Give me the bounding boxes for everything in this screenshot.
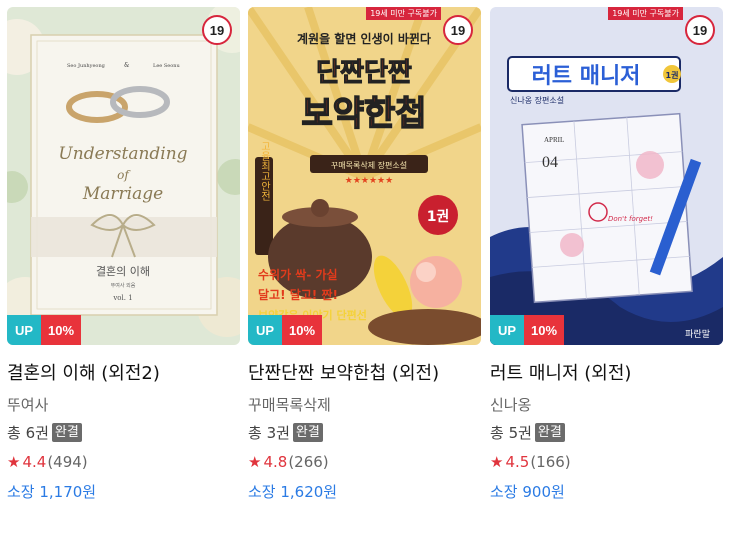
svg-text:vol. 1: vol. 1: [112, 294, 132, 302]
svg-text:&: &: [124, 62, 130, 69]
svg-text:Seo Junhyeong: Seo Junhyeong: [67, 63, 106, 69]
review-count: (166): [530, 453, 571, 471]
svg-text:파란말: 파란말: [685, 328, 710, 340]
svg-text:Marriage: Marriage: [82, 184, 163, 204]
age-restriction-banner: 19세 미만 구독불가: [608, 7, 683, 20]
rating-row: ★ 4.5 (166): [490, 453, 723, 471]
volume-count: 총 5권: [490, 424, 532, 442]
cover-art-marriage: Seo Junhyeong & Lee Seonu Understanding …: [7, 7, 240, 345]
up-discount-tag: UP 10%: [490, 315, 564, 345]
book-card[interactable]: Seo Junhyeong & Lee Seonu Understanding …: [7, 0, 240, 502]
volume-count: 총 3권: [248, 424, 290, 442]
volume-count-row: 총 3권 완결: [248, 422, 481, 443]
book-cover[interactable]: 계원을 할면 인생이 바뀐다 단짠단짠 보약한첩 꾸매목록삭제 장편소설 ★★★…: [248, 7, 481, 345]
svg-text:고율최고안전: 고율최고안전: [259, 141, 271, 201]
svg-text:★★★★★★: ★★★★★★: [345, 176, 393, 186]
age-19-badge: 19: [443, 15, 473, 45]
up-discount-tag: UP 10%: [7, 315, 81, 345]
book-card[interactable]: 계원을 할면 인생이 바뀐다 단짠단짠 보약한첩 꾸매목록삭제 장편소설 ★★★…: [248, 0, 481, 502]
book-cover[interactable]: Seo Junhyeong & Lee Seonu Understanding …: [7, 7, 240, 345]
svg-text:Understanding: Understanding: [58, 144, 187, 164]
book-title[interactable]: 러트 매니저 (외전): [490, 359, 723, 385]
review-count: (266): [288, 453, 329, 471]
up-label: UP: [490, 315, 524, 345]
book-cover[interactable]: APRIL 04 Don't forget! 러트 매니저 1권 신나옹 장편소…: [490, 7, 723, 345]
svg-text:뚜여사 외음: 뚜여사 외음: [111, 282, 136, 289]
star-icon: ★: [490, 453, 504, 471]
age-restriction-banner: 19세 미만 구독불가: [366, 7, 441, 20]
svg-text:보약한첩: 보약한첩: [301, 94, 426, 134]
complete-badge: 완결: [51, 423, 82, 442]
svg-text:수위가 싹- 가실: 수위가 싹- 가실: [258, 267, 338, 282]
svg-text:단짠단짠: 단짠단짠: [316, 58, 412, 88]
rating-row: ★ 4.8 (266): [248, 453, 481, 471]
discount-label: 10%: [41, 315, 81, 345]
book-author[interactable]: 꾸매목록삭제: [248, 394, 481, 415]
rating-score: 4.4: [22, 453, 47, 471]
star-icon: ★: [248, 453, 262, 471]
volume-count: 총 6권: [7, 424, 49, 442]
svg-text:Don't forget!: Don't forget!: [608, 215, 653, 223]
book-card[interactable]: APRIL 04 Don't forget! 러트 매니저 1권 신나옹 장편소…: [490, 0, 723, 502]
svg-text:04: 04: [542, 154, 558, 171]
svg-text:계원을 할면 인생이 바뀐다: 계원을 할면 인생이 바뀐다: [297, 31, 431, 46]
svg-text:1권: 1권: [666, 70, 679, 80]
star-icon: ★: [7, 453, 21, 471]
cover-art-rut-manager: APRIL 04 Don't forget! 러트 매니저 1권 신나옹 장편소…: [490, 7, 723, 345]
rating-row: ★ 4.4 (494): [7, 453, 240, 471]
rating-score: 4.5: [505, 453, 530, 471]
complete-badge: 완결: [292, 423, 323, 442]
price: 소장 900원: [490, 483, 565, 501]
book-title[interactable]: 단짠단짠 보약한첩 (외전): [248, 359, 481, 385]
book-author[interactable]: 뚜여사: [7, 394, 240, 415]
volume-count-row: 총 6권 완결: [7, 422, 240, 443]
up-label: UP: [248, 315, 282, 345]
book-title[interactable]: 결혼의 이해 (외전2): [7, 359, 240, 385]
age-19-badge: 19: [202, 15, 232, 45]
price: 소장 1,620원: [248, 483, 338, 501]
svg-text:신나옹 장편소설: 신나옹 장편소설: [510, 95, 564, 105]
review-count: (494): [47, 453, 88, 471]
book-author[interactable]: 신나옹: [490, 394, 723, 415]
svg-text:1권: 1권: [427, 209, 450, 225]
svg-text:APRIL: APRIL: [544, 136, 564, 144]
discount-label: 10%: [282, 315, 322, 345]
svg-text:러트 매니저: 러트 매니저: [532, 64, 641, 89]
complete-badge: 완결: [534, 423, 565, 442]
svg-text:꾸매목록삭제 장편소설: 꾸매목록삭제 장편소설: [331, 160, 407, 170]
svg-text:Lee Seonu: Lee Seonu: [153, 63, 180, 69]
volume-count-row: 총 5권 완결: [490, 422, 723, 443]
age-19-badge: 19: [685, 15, 715, 45]
svg-text:결혼의 이해: 결혼의 이해: [96, 264, 150, 278]
rating-score: 4.8: [263, 453, 288, 471]
svg-text:달고! 달고! 짠!: 달고! 달고! 짠!: [258, 287, 338, 302]
up-label: UP: [7, 315, 41, 345]
discount-label: 10%: [524, 315, 564, 345]
cover-art-boyak: 계원을 할면 인생이 바뀐다 단짠단짠 보약한첩 꾸매목록삭제 장편소설 ★★★…: [248, 7, 481, 345]
price: 소장 1,170원: [7, 483, 97, 501]
up-discount-tag: UP 10%: [248, 315, 322, 345]
